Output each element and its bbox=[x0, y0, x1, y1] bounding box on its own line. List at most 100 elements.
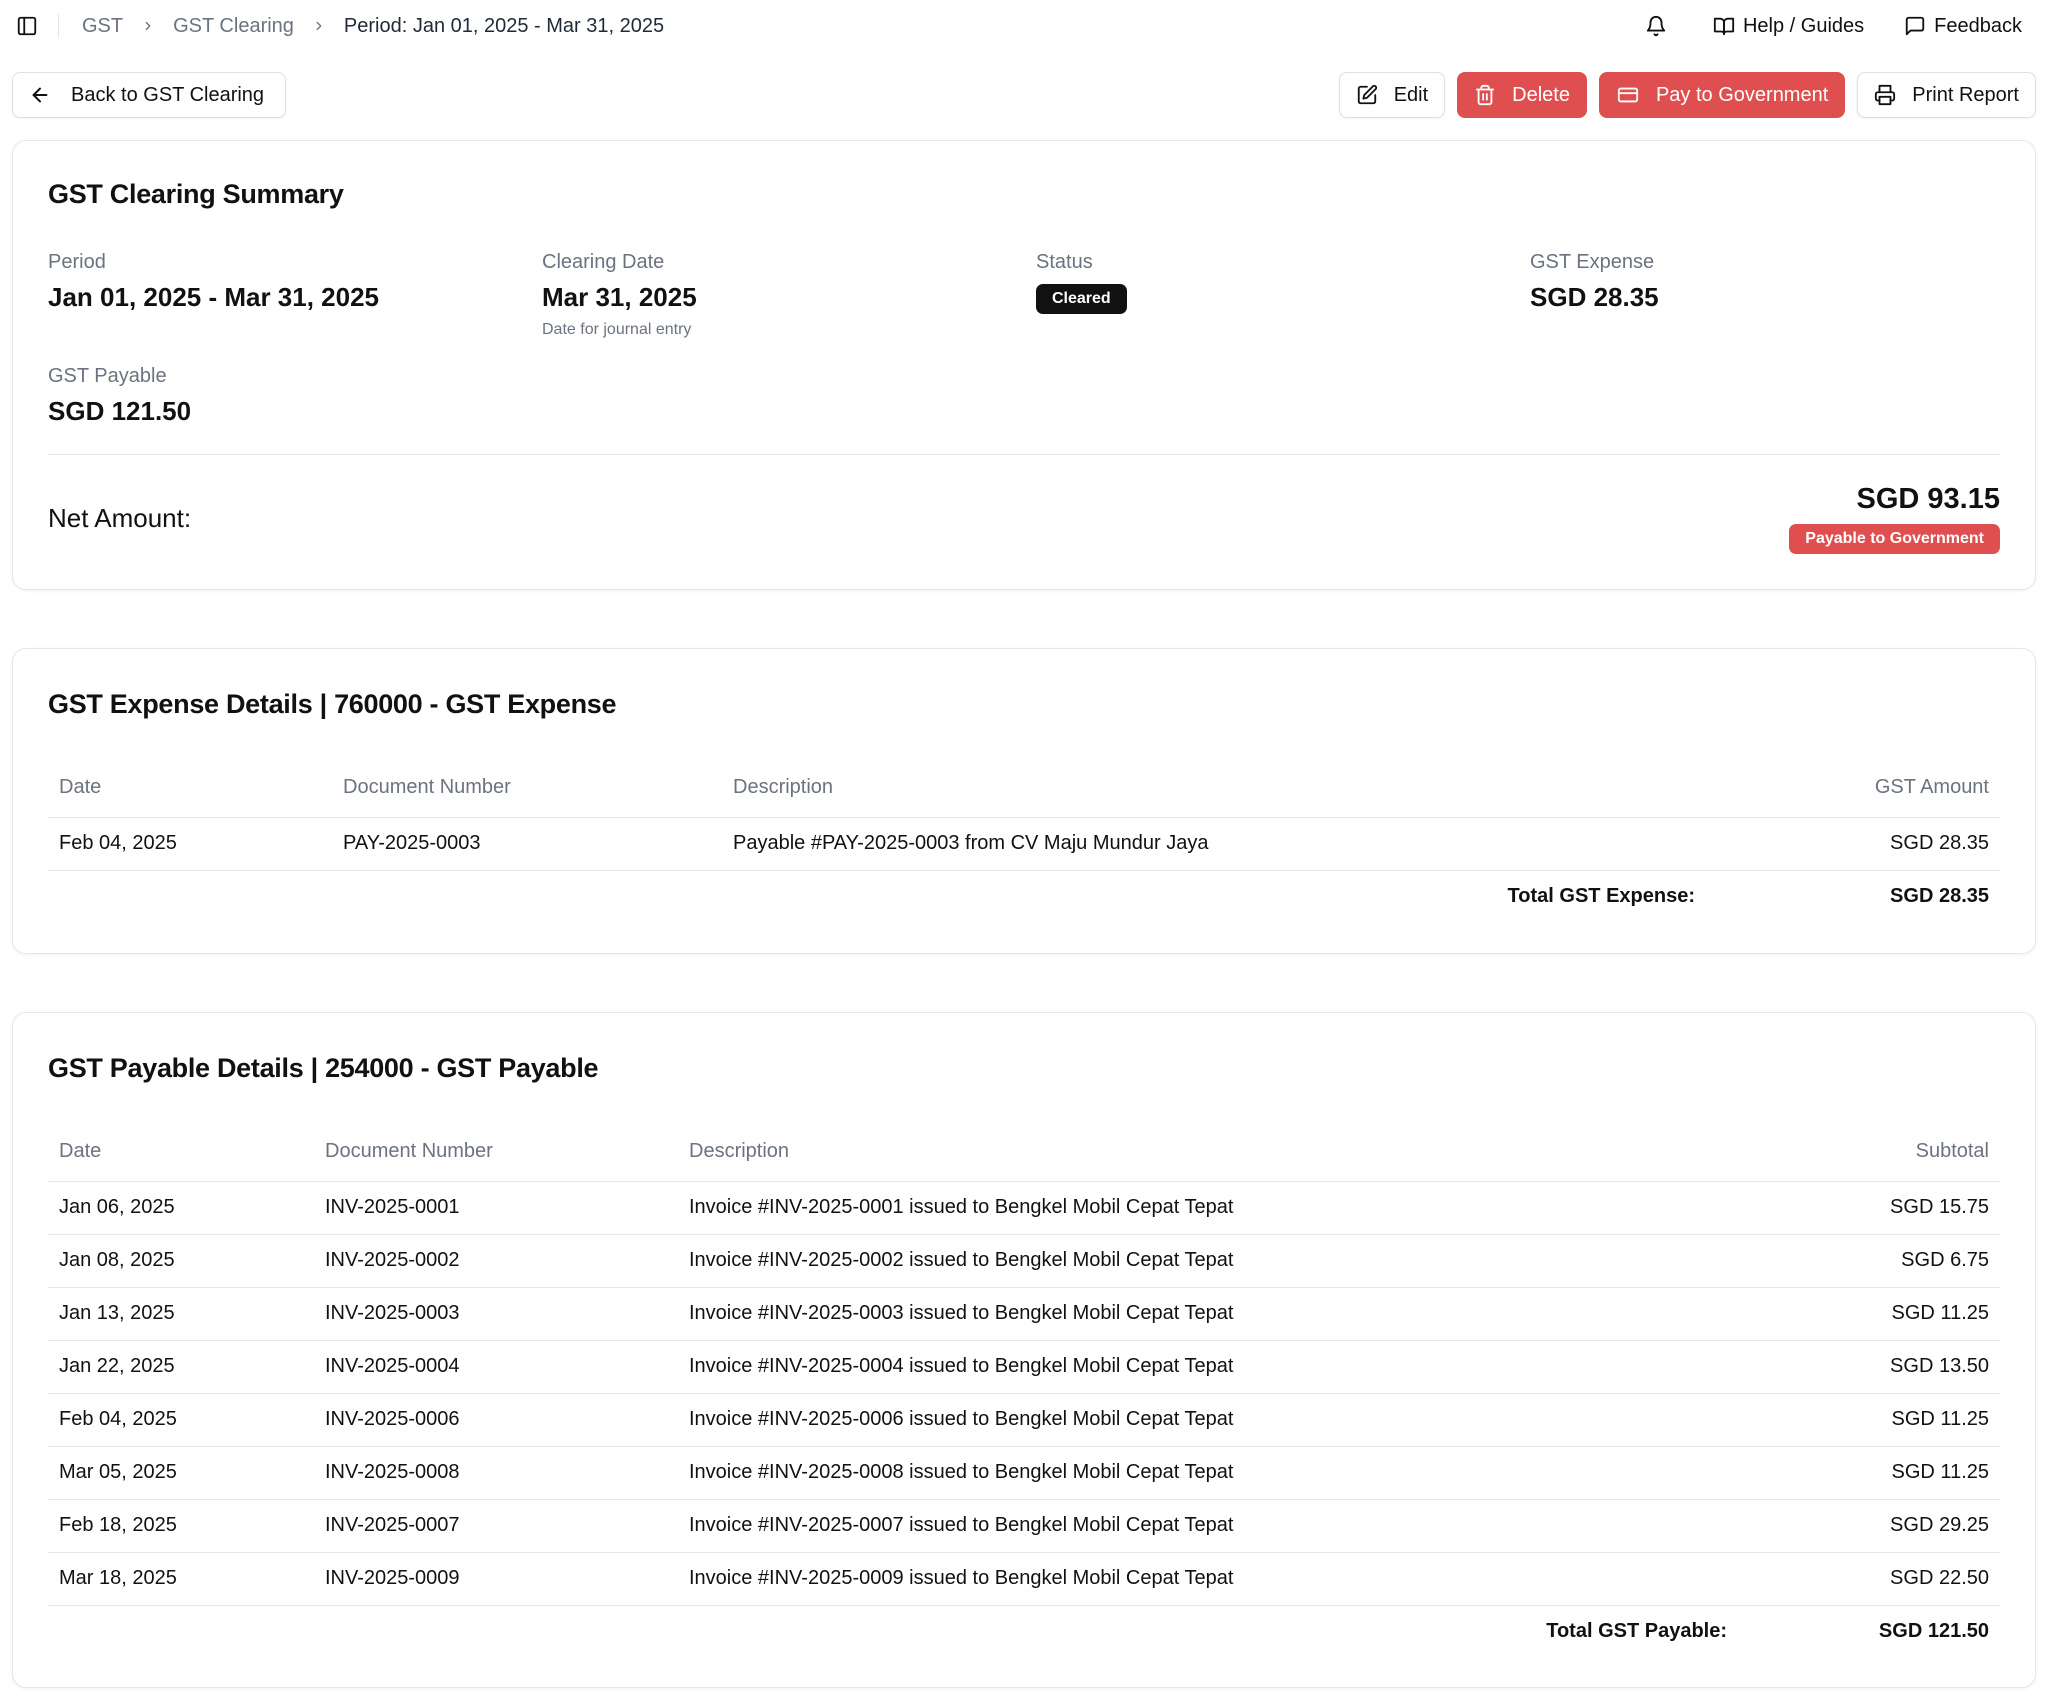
status-field: Status Cleared bbox=[1036, 251, 1127, 314]
gst-clearing-summary-card: GST Clearing Summary Period Jan 01, 2025… bbox=[12, 140, 2036, 590]
net-amount-label: Net Amount: bbox=[48, 503, 192, 533]
payable-table: Date Document Number Description Subtota… bbox=[48, 1123, 2000, 1658]
row-date: Jan 13, 2025 bbox=[48, 1287, 314, 1341]
top-bar: GST GST Clearing Period: Jan 01, 2025 - … bbox=[0, 0, 2048, 52]
row-document-number[interactable]: INV-2025-0001 bbox=[314, 1181, 678, 1235]
row-description: Invoice #INV-2025-0001 issued to Bengkel… bbox=[678, 1181, 1772, 1235]
gst-payable-label: GST Payable bbox=[48, 365, 167, 387]
edit-button[interactable]: Edit bbox=[1338, 72, 1446, 118]
row-description: Invoice #INV-2025-0003 issued to Bengkel… bbox=[678, 1287, 1772, 1341]
period-field: Period Jan 01, 2025 - Mar 31, 2025 bbox=[48, 251, 379, 313]
expense-details-title: GST Expense Details | 760000 - GST Expen… bbox=[48, 689, 617, 719]
table-row: Feb 04, 2025 PAY-2025-0003 Payable #PAY-… bbox=[48, 817, 2000, 871]
col-document-number: Document Number bbox=[314, 1123, 678, 1182]
payable-total-row: Total GST Payable: SGD 121.50 bbox=[48, 1605, 2000, 1658]
gst-payable-details-card: GST Payable Details | 254000 - GST Payab… bbox=[12, 1012, 2036, 1688]
total-gst-payable-value: SGD 121.50 bbox=[1878, 1620, 1989, 1643]
breadcrumb-current: Period: Jan 01, 2025 - Mar 31, 2025 bbox=[343, 14, 665, 37]
row-date: Mar 18, 2025 bbox=[48, 1552, 314, 1606]
total-spacer bbox=[332, 870, 722, 923]
payable-to-government-badge: Payable to Government bbox=[1789, 524, 2000, 554]
col-document-number: Document Number bbox=[332, 759, 722, 818]
row-amount: SGD 11.25 bbox=[1772, 1393, 2000, 1447]
breadcrumb-gst-clearing[interactable]: GST Clearing bbox=[173, 15, 294, 38]
expense-table-header: Date Document Number Description GST Amo… bbox=[48, 759, 2000, 818]
printer-icon bbox=[1874, 84, 1896, 106]
row-document-number[interactable]: PAY-2025-0003 bbox=[332, 817, 722, 871]
row-description: Invoice #INV-2025-0006 issued to Bengkel… bbox=[678, 1393, 1772, 1447]
row-document-number[interactable]: INV-2025-0006 bbox=[314, 1393, 678, 1447]
pay-to-government-button[interactable]: Pay to Government bbox=[1598, 72, 1846, 118]
table-row: Feb 18, 2025 INV-2025-0007 Invoice #INV-… bbox=[48, 1499, 2000, 1553]
row-description: Invoice #INV-2025-0007 issued to Bengkel… bbox=[678, 1499, 1772, 1553]
row-document-number[interactable]: INV-2025-0004 bbox=[314, 1340, 678, 1394]
table-row: Jan 13, 2025 INV-2025-0003 Invoice #INV-… bbox=[48, 1287, 2000, 1341]
col-subtotal: Subtotal bbox=[1772, 1123, 2000, 1182]
expense-total-row: Total GST Expense: SGD 28.35 bbox=[48, 870, 2000, 923]
delete-button-label: Delete bbox=[1512, 83, 1570, 106]
total-gst-payable-label: Total GST Payable: bbox=[1546, 1620, 1727, 1643]
payable-details-title: GST Payable Details | 254000 - GST Payab… bbox=[48, 1053, 599, 1083]
row-amount: SGD 29.25 bbox=[1772, 1499, 2000, 1553]
row-description: Invoice #INV-2025-0004 issued to Bengkel… bbox=[678, 1340, 1772, 1394]
topbar-divider bbox=[58, 14, 59, 38]
total-spacer bbox=[314, 1605, 678, 1658]
sidebar-toggle-icon[interactable] bbox=[14, 13, 40, 39]
feedback-link[interactable]: Feedback bbox=[1904, 15, 2022, 38]
help-guides-link[interactable]: Help / Guides bbox=[1713, 15, 1864, 38]
row-amount: SGD 6.75 bbox=[1772, 1234, 2000, 1288]
summary-title: GST Clearing Summary bbox=[48, 179, 344, 209]
net-amount-value: SGD 93.15 bbox=[1856, 483, 2000, 515]
total-spacer bbox=[48, 870, 332, 923]
row-document-number[interactable]: INV-2025-0007 bbox=[314, 1499, 678, 1553]
row-document-number[interactable]: INV-2025-0003 bbox=[314, 1287, 678, 1341]
table-row: Jan 22, 2025 INV-2025-0004 Invoice #INV-… bbox=[48, 1340, 2000, 1394]
col-description: Description bbox=[678, 1123, 1772, 1182]
print-report-button[interactable]: Print Report bbox=[1857, 72, 2036, 118]
period-value: Jan 01, 2025 - Mar 31, 2025 bbox=[48, 282, 380, 312]
clearing-date-label: Clearing Date bbox=[542, 251, 665, 273]
trash-icon bbox=[1474, 84, 1496, 106]
table-row: Mar 05, 2025 INV-2025-0008 Invoice #INV-… bbox=[48, 1446, 2000, 1500]
table-row: Mar 18, 2025 INV-2025-0009 Invoice #INV-… bbox=[48, 1552, 2000, 1606]
breadcrumb-gst[interactable]: GST bbox=[82, 15, 123, 38]
message-square-icon bbox=[1904, 15, 1926, 37]
row-description: Invoice #INV-2025-0008 issued to Bengkel… bbox=[678, 1446, 1772, 1500]
row-document-number[interactable]: INV-2025-0009 bbox=[314, 1552, 678, 1606]
period-label: Period bbox=[48, 251, 106, 273]
row-amount: SGD 15.75 bbox=[1772, 1181, 2000, 1235]
row-date: Feb 04, 2025 bbox=[48, 1393, 314, 1447]
gst-payable-value: SGD 121.50 bbox=[48, 396, 192, 426]
row-description: Invoice #INV-2025-0002 issued to Bengkel… bbox=[678, 1234, 1772, 1288]
back-to-gst-clearing-button[interactable]: Back to GST Clearing bbox=[12, 72, 286, 118]
row-date: Feb 18, 2025 bbox=[48, 1499, 314, 1553]
chevron-right-icon bbox=[312, 19, 326, 33]
row-description: Invoice #INV-2025-0009 issued to Bengkel… bbox=[678, 1552, 1772, 1606]
delete-button[interactable]: Delete bbox=[1457, 72, 1587, 118]
row-document-number[interactable]: INV-2025-0002 bbox=[314, 1234, 678, 1288]
col-description: Description bbox=[722, 759, 1740, 818]
back-button-label: Back to GST Clearing bbox=[71, 83, 265, 106]
row-date: Jan 06, 2025 bbox=[48, 1181, 314, 1235]
row-document-number[interactable]: INV-2025-0008 bbox=[314, 1446, 678, 1500]
action-buttons: Edit Delete Pay to Government Print Repo… bbox=[1338, 72, 2036, 118]
total-gst-expense-label: Total GST Expense: bbox=[1507, 885, 1695, 908]
chevron-right-icon bbox=[141, 19, 155, 33]
row-amount: SGD 22.50 bbox=[1772, 1552, 2000, 1606]
status-badge: Cleared bbox=[1036, 284, 1127, 314]
pay-button-label: Pay to Government bbox=[1655, 83, 1829, 106]
feedback-label: Feedback bbox=[1934, 14, 2022, 37]
row-description: Payable #PAY-2025-0003 from CV Maju Mund… bbox=[722, 817, 1740, 871]
credit-card-icon bbox=[1616, 84, 1640, 106]
edit-icon bbox=[1356, 84, 1378, 106]
col-date: Date bbox=[48, 759, 332, 818]
summary-divider bbox=[48, 454, 2000, 455]
table-row: Jan 06, 2025 INV-2025-0001 Invoice #INV-… bbox=[48, 1181, 2000, 1235]
row-date: Jan 08, 2025 bbox=[48, 1234, 314, 1288]
print-button-label: Print Report bbox=[1912, 83, 2019, 106]
row-amount: SGD 13.50 bbox=[1772, 1340, 2000, 1394]
row-amount: SGD 11.25 bbox=[1772, 1446, 2000, 1500]
col-gst-amount: GST Amount bbox=[1740, 759, 2000, 818]
gst-payable-field: GST Payable SGD 121.50 bbox=[48, 365, 191, 427]
bell-icon[interactable] bbox=[1641, 11, 1671, 41]
